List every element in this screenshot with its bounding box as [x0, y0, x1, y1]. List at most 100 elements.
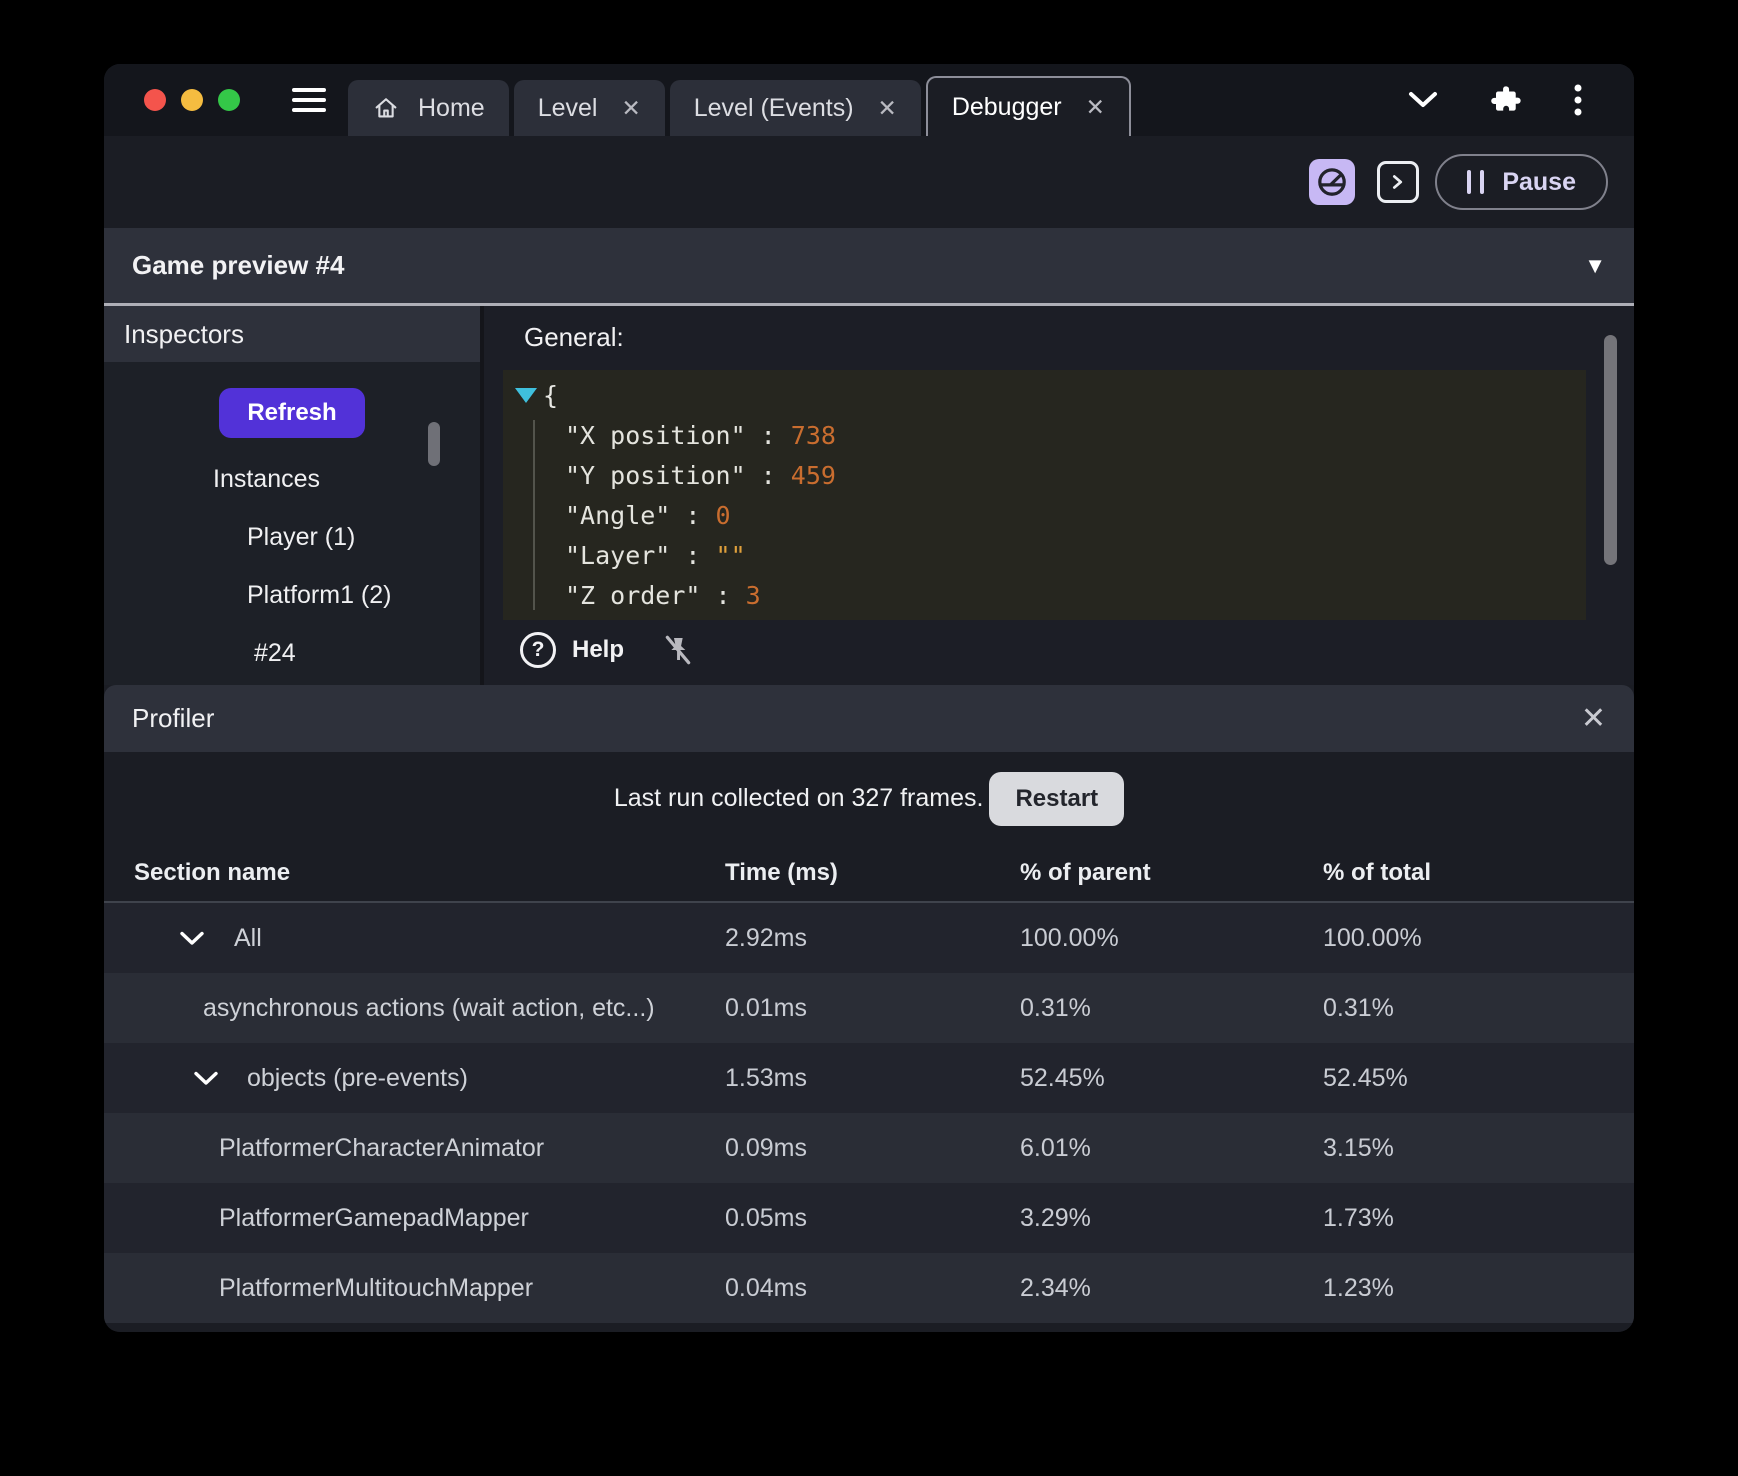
titlebar-actions: [1408, 83, 1634, 117]
inspectors-scrollbar-thumb[interactable]: [428, 422, 440, 466]
pause-button[interactable]: Pause: [1435, 154, 1608, 210]
expander-triangle-icon[interactable]: [515, 388, 537, 403]
close-icon[interactable]: ✕: [621, 96, 640, 120]
section-name: All: [234, 923, 262, 952]
pause-label: Pause: [1502, 167, 1576, 196]
refresh-button[interactable]: Refresh: [219, 388, 365, 438]
tree-item-instance-24[interactable]: #24: [104, 624, 480, 682]
json-value: 738: [790, 421, 836, 450]
console-icon: [1393, 175, 1403, 189]
column-header-total: % of total: [1323, 859, 1431, 886]
time-value: 2.92ms: [725, 923, 807, 952]
tree-item-player[interactable]: Player (1): [104, 508, 480, 566]
json-inspector: { "X position" : 738 "Y position" : 459 …: [503, 370, 1586, 620]
table-row[interactable]: All 2.92ms 100.00% 100.00%: [104, 903, 1634, 973]
json-property: "Angle" : 0: [565, 501, 731, 530]
close-window-button[interactable]: [144, 89, 166, 111]
table-row: PlatformerCharacterAnimator 0.09ms 6.01%…: [104, 1113, 1634, 1183]
minimize-window-button[interactable]: [181, 89, 203, 111]
column-header-time: Time (ms): [725, 859, 838, 886]
collapse-caret-icon[interactable]: ▼: [1584, 253, 1606, 279]
pin-off-icon[interactable]: [662, 634, 694, 666]
total-percent: 52.45%: [1323, 1063, 1408, 1092]
json-value: 3: [745, 581, 761, 610]
help-button[interactable]: Help: [572, 636, 624, 664]
tab-label: Level (Events): [693, 93, 854, 122]
parent-percent: 100.00%: [1020, 923, 1119, 952]
game-preview-header[interactable]: Game preview #4 ▼: [104, 228, 1634, 306]
tab-bar: Home Level ✕ Level (Events) ✕ Debugger ✕: [348, 64, 1131, 136]
console-button[interactable]: [1377, 161, 1420, 203]
profiler-table: Section name Time (ms) % of parent % of …: [104, 845, 1634, 1332]
time-value: 0.01ms: [725, 993, 807, 1022]
help-icon[interactable]: ?: [520, 632, 556, 668]
collapse-chevron-icon[interactable]: [180, 931, 204, 946]
time-value: 0.05ms: [725, 1203, 807, 1232]
traffic-lights: [104, 89, 240, 111]
json-value: "": [715, 541, 746, 570]
section-name: PlatformerGamepadMapper: [219, 1203, 529, 1232]
profiler-header: Profiler ✕: [104, 685, 1634, 752]
json-property: "Z order" : 3: [565, 581, 761, 610]
debugger-window: Home Level ✕ Level (Events) ✕ Debugger ✕: [104, 64, 1634, 1332]
table-row: asynchronous actions (wait action, etc..…: [104, 973, 1634, 1043]
json-property: "Y position" : 459: [565, 461, 836, 490]
general-title: General:: [524, 322, 624, 352]
close-icon[interactable]: ✕: [1086, 95, 1105, 119]
inspectors-title: Inspectors: [124, 318, 244, 349]
time-value: 0.09ms: [725, 1133, 807, 1162]
column-header-parent: % of parent: [1020, 859, 1151, 886]
extensions-puzzle-icon[interactable]: [1490, 84, 1522, 116]
pause-icon: [1467, 170, 1485, 194]
parent-percent: 2.34%: [1020, 1273, 1091, 1302]
tab-level-events[interactable]: Level (Events) ✕: [669, 80, 921, 136]
profiler-panel: Last run collected on 327 frames. Restar…: [104, 752, 1634, 1332]
indent-guide: [533, 420, 535, 610]
close-icon[interactable]: ✕: [878, 96, 897, 120]
profiler-gauge-button[interactable]: [1309, 159, 1356, 205]
total-percent: 1.73%: [1323, 1203, 1394, 1232]
json-value: 0: [715, 501, 731, 530]
json-property: "X position" : 738: [565, 421, 836, 450]
tree-item-platform1[interactable]: Platform1 (2): [104, 566, 480, 624]
parent-percent: 52.45%: [1020, 1063, 1105, 1092]
tab-debugger[interactable]: Debugger ✕: [925, 76, 1131, 136]
instances-tree: Instances Player (1) Platform1 (2) #24: [104, 450, 480, 682]
json-value: 459: [790, 461, 836, 490]
table-row: PlatformerGamepadMapper 0.05ms 3.29% 1.7…: [104, 1183, 1634, 1253]
section-name: asynchronous actions (wait action, etc..…: [203, 993, 655, 1022]
json-open-brace: {: [543, 381, 559, 410]
help-row: ? Help: [520, 632, 694, 668]
title-bar: Home Level ✕ Level (Events) ✕ Debugger ✕: [104, 64, 1634, 136]
zoom-window-button[interactable]: [218, 89, 240, 111]
total-percent: 100.00%: [1323, 923, 1422, 952]
general-panel: General: { "X position" : 738 "Y positio…: [484, 306, 1634, 685]
tab-home[interactable]: Home: [348, 80, 509, 136]
profiler-status-text: Last run collected on 327 frames.: [613, 784, 984, 812]
general-scrollbar-thumb[interactable]: [1604, 335, 1617, 565]
time-value: 1.53ms: [725, 1063, 807, 1092]
tab-label: Home: [418, 93, 485, 122]
debugger-toolbar: Pause: [104, 136, 1634, 228]
tree-item-instances[interactable]: Instances: [104, 450, 480, 508]
section-name: PlatformerMultitouchMapper: [219, 1273, 534, 1302]
total-percent: 1.23%: [1323, 1273, 1394, 1302]
close-icon[interactable]: ✕: [1581, 703, 1606, 734]
tab-level[interactable]: Level ✕: [513, 80, 665, 136]
chevron-down-icon[interactable]: [1408, 91, 1438, 109]
restart-button[interactable]: Restart: [989, 771, 1125, 826]
inspector-split: Inspectors Refresh Instances Player (1) …: [104, 306, 1634, 685]
time-value: 0.04ms: [725, 1273, 807, 1302]
json-property: "Layer" : "": [565, 541, 746, 570]
total-percent: 0.31%: [1323, 993, 1394, 1022]
collapse-chevron-icon[interactable]: [194, 1071, 218, 1086]
game-preview-title: Game preview #4: [132, 250, 345, 280]
column-header-section: Section name: [134, 859, 291, 886]
menu-hamburger-icon[interactable]: [292, 88, 326, 112]
profiler-table-header: Section name Time (ms) % of parent % of …: [104, 845, 1634, 903]
table-row[interactable]: objects (pre-events) 1.53ms 52.45% 52.45…: [104, 1043, 1634, 1113]
tab-label: Level: [537, 93, 598, 122]
table-row: PlatformerMultitouchMapper 0.04ms 2.34% …: [104, 1253, 1634, 1323]
kebab-menu-icon[interactable]: [1574, 83, 1582, 117]
inspectors-panel: Inspectors Refresh Instances Player (1) …: [104, 306, 484, 685]
